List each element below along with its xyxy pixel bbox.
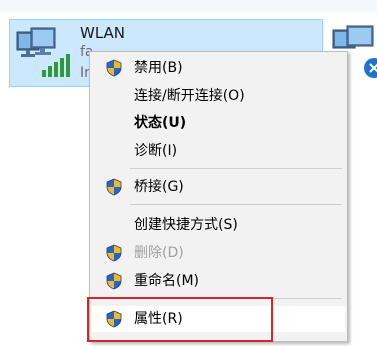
uac-shield-icon: [105, 272, 123, 290]
menu-item-status[interactable]: 状态(U): [92, 110, 345, 136]
menu-item-diagnose[interactable]: 诊断(I): [92, 138, 345, 164]
menu-item-rename[interactable]: 重命名(M): [92, 268, 345, 294]
menu-item-label: 桥接(G): [134, 179, 184, 195]
menu-item-label: 属性(R): [134, 311, 183, 327]
menu-item-label: 连接/断开连接(O): [134, 88, 245, 104]
uac-shield-icon: [105, 178, 123, 196]
menu-separator: [130, 298, 342, 299]
menu-item-label: 诊断(I): [134, 143, 178, 159]
menu-separator: [130, 204, 342, 205]
menu-item-label: 创建快捷方式(S): [134, 217, 238, 233]
adapter-name: WLAN: [80, 24, 126, 42]
menu-item-connect-disconnect[interactable]: 连接/断开连接(O): [92, 83, 345, 109]
uac-shield-icon: [105, 310, 123, 328]
menu-item-disable[interactable]: 禁用(B): [92, 55, 345, 81]
network-adapter-icon: [14, 24, 78, 84]
menu-separator: [130, 168, 342, 169]
menu-item-create-shortcut[interactable]: 创建快捷方式(S): [92, 212, 345, 238]
menu-item-label: 重命名(M): [134, 273, 200, 289]
menu-item-label: 删除(D): [134, 245, 184, 261]
menu-item-properties[interactable]: 属性(R): [92, 306, 345, 332]
menu-item-bridge[interactable]: 桥接(G): [92, 174, 345, 200]
uac-shield-icon: [105, 59, 123, 77]
uac-shield-icon: [105, 244, 123, 262]
menu-item-label: 状态(U): [134, 115, 187, 131]
menu-item-label: 禁用(B): [134, 60, 183, 76]
network-connections-window: WLAN fa In 禁用(B) 连接/断开连接(O) 状态(U) 诊断(I) …: [0, 0, 377, 346]
adapter-context-menu: 禁用(B) 连接/断开连接(O) 状态(U) 诊断(I) 桥接(G) 创建快捷方…: [89, 51, 348, 342]
menu-item-delete: 删除(D): [92, 240, 345, 266]
toolbar-strip: [0, 0, 377, 12]
